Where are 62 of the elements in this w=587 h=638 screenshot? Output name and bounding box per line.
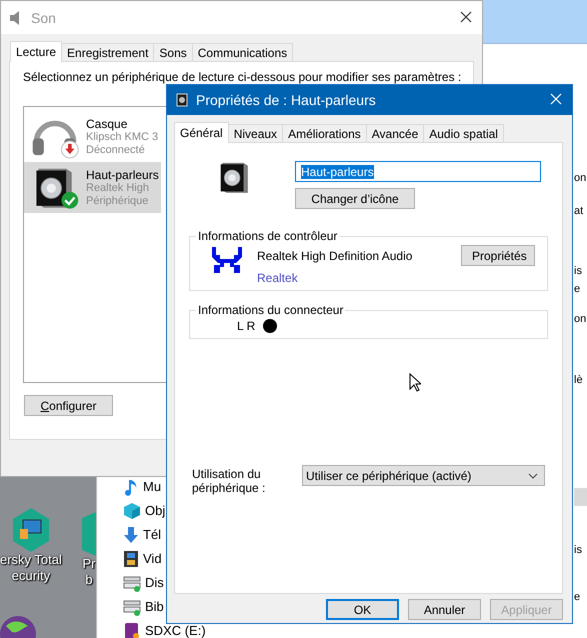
folder-label[interactable]: Bib [145, 600, 164, 614]
realtek-link[interactable]: Realtek [257, 271, 448, 285]
window-title: Son [31, 10, 57, 26]
drive-icon [123, 598, 141, 616]
hexagon-monitor-icon[interactable] [10, 508, 51, 552]
explorer-text: is [574, 544, 582, 556]
music-note-icon [123, 478, 139, 496]
device-detail: Périphérique [86, 194, 150, 208]
explorer-text: is [574, 265, 582, 277]
group-title: Informations du connecteur [197, 303, 344, 317]
film-icon [123, 550, 139, 568]
device-detail: Klipsch KMC 3 [86, 130, 158, 144]
speaker-icon [176, 93, 188, 107]
folder-label[interactable]: Mu [143, 480, 162, 494]
usage-label: Utilisation du périphérique : [192, 466, 266, 495]
folder-label[interactable]: Vid [143, 552, 162, 566]
device-detail: Déconnecté [86, 144, 146, 156]
channel-label: L R [237, 319, 256, 333]
folder-label[interactable]: Obj [145, 504, 166, 518]
device-row[interactable]: Haut-parleurs Realtek High Périphérique [24, 162, 161, 213]
crab-logo-icon [210, 245, 244, 275]
close-icon [550, 93, 562, 105]
sd-card-icon [123, 622, 141, 638]
folder-label[interactable]: Tél [143, 528, 162, 542]
cube-icon [123, 502, 141, 520]
explorer-text: lè [574, 374, 583, 386]
tab[interactable]: Lecture [10, 41, 62, 62]
folder-label[interactable]: Dis [145, 576, 164, 590]
properties-button[interactable]: Propriétés [461, 245, 535, 266]
row-highlight [574, 488, 587, 506]
device-detail: Realtek High [86, 182, 150, 194]
tab[interactable]: Enregistrement [61, 43, 154, 62]
explorer-text: e [574, 591, 580, 603]
dialog-button[interactable]: Annuler [408, 599, 481, 620]
explorer-text: e [574, 283, 580, 295]
controller-name: Realtek High Definition Audio [257, 249, 414, 263]
instruction-text: Sélectionnez un périphérique de lecture ci-dessous pour modifier ses paramètres : [23, 70, 462, 84]
group-title: Informations de contrôleur [197, 229, 338, 243]
explorer-text: on [574, 313, 586, 325]
folder-label[interactable]: SDXC (E:) [145, 624, 206, 638]
device-name: Casque [86, 116, 128, 130]
dialog-button[interactable]: OK [326, 599, 399, 620]
explorer-text: at [574, 205, 584, 217]
tab[interactable]: Général [174, 122, 229, 143]
drive-icon [123, 574, 141, 592]
tab[interactable]: Communications [192, 43, 294, 62]
close-icon [460, 10, 472, 22]
device-name: Haut-parleurs [86, 168, 159, 182]
name-field[interactable]: Haut-parleurs [295, 161, 541, 182]
explorer-text: on [574, 172, 586, 184]
down-arrow-icon [123, 526, 139, 544]
change-icon-button[interactable]: Changer d’icône [295, 188, 415, 209]
window-title: Propriétés de : Haut-parleurs [196, 92, 377, 108]
device-row[interactable]: Casque Klipsch KMC 3 Déconnecté [24, 111, 161, 162]
configure-button[interactable]: Configurer [24, 395, 113, 416]
close-button[interactable] [550, 93, 564, 107]
tab[interactable]: Audio spatial [423, 124, 504, 143]
mouse-pointer-icon [409, 373, 421, 392]
chevron-down-icon [528, 472, 538, 478]
jack-dot [263, 319, 278, 333]
close-button[interactable] [460, 10, 474, 24]
usage-dropdown[interactable]: Utiliser ce périphérique (activé) [302, 465, 545, 486]
